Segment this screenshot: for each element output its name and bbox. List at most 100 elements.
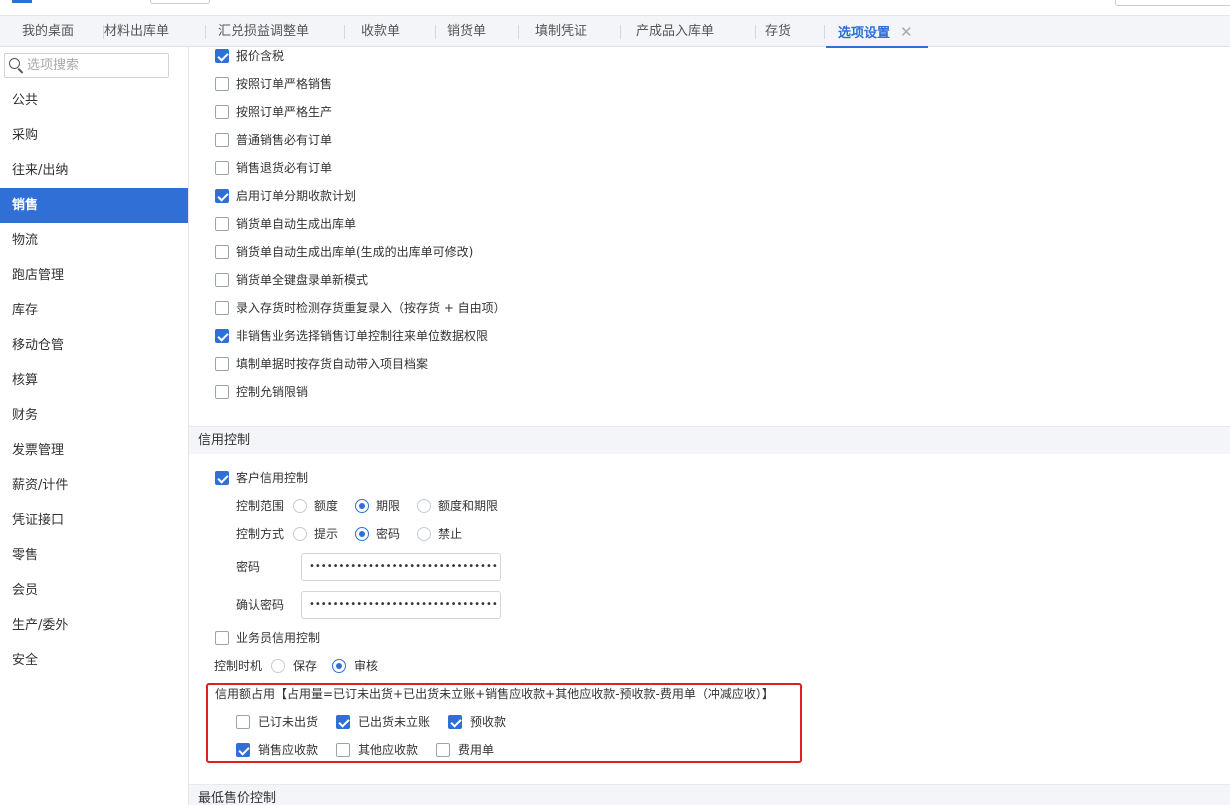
- sidebar-item-voucher-interface[interactable]: 凭证接口: [0, 503, 188, 538]
- option-checkbox[interactable]: [215, 329, 229, 343]
- control-scope-label: 控制范围: [236, 499, 285, 513]
- tab-options-settings[interactable]: 选项设置 ✕: [826, 16, 928, 48]
- confirm-password-field[interactable]: ••••••••••••••••••••••••••••••••: [301, 591, 501, 619]
- option-checkbox[interactable]: [215, 357, 229, 371]
- confirm-password-label: 确认密码: [236, 598, 285, 612]
- options-search-box[interactable]: [4, 53, 169, 78]
- radio-label: 禁止: [438, 527, 463, 541]
- close-icon[interactable]: ✕: [900, 23, 913, 41]
- tab-label: 材料出库单: [104, 24, 170, 39]
- sidebar-item-finance[interactable]: 财务: [0, 398, 188, 433]
- sidebar-item-store-visit[interactable]: 跑店管理: [0, 258, 188, 293]
- tab-label: 存货: [765, 24, 792, 39]
- option-checkbox[interactable]: [215, 49, 229, 63]
- timing-audit-radio[interactable]: [332, 659, 346, 673]
- tab-divider: [435, 25, 436, 39]
- sidebar-item-public[interactable]: 公共: [0, 83, 188, 118]
- option-checkbox[interactable]: [215, 217, 229, 231]
- tab-divider: [755, 25, 756, 39]
- sidebar-item-security[interactable]: 安全: [0, 643, 188, 678]
- scope-amount-radio[interactable]: [293, 499, 307, 513]
- option-checkbox[interactable]: [215, 133, 229, 147]
- tab-divider: [824, 25, 825, 39]
- option-checkbox[interactable]: [215, 301, 229, 315]
- radio-label: 密码: [376, 527, 401, 541]
- sidebar-item-sales[interactable]: 销售: [0, 188, 188, 223]
- mode-password-radio[interactable]: [355, 527, 369, 541]
- options-sidebar: 公共 采购 往来/出纳 销售 物流 跑店管理 库存 移动仓管 核算 财务 发票管…: [0, 47, 189, 805]
- scope-term-radio[interactable]: [355, 499, 369, 513]
- tab-label: 产成品入库单: [636, 24, 715, 39]
- tab-inventory[interactable]: 存货: [765, 16, 825, 47]
- control-mode-label: 控制方式: [236, 527, 285, 541]
- option-label: 录入存货时检测存货重复录入（按存货 + 自由项）: [236, 301, 506, 315]
- tab-label: 收款单: [361, 24, 401, 39]
- password-field[interactable]: ••••••••••••••••••••••••••••••••: [301, 553, 501, 581]
- tab-material-outbound[interactable]: 材料出库单: [104, 16, 206, 47]
- customer-credit-checkbox[interactable]: [215, 471, 229, 485]
- sidebar-item-production[interactable]: 生产/委外: [0, 608, 188, 643]
- option-label: 启用订单分期收款计划: [236, 189, 357, 203]
- option-checkbox[interactable]: [215, 385, 229, 399]
- tab-divider: [620, 25, 621, 39]
- tab-voucher[interactable]: 填制凭证: [535, 16, 621, 47]
- radio-label: 额度和期限: [438, 499, 499, 513]
- mode-forbid-radio[interactable]: [417, 527, 431, 541]
- sidebar-item-logistics[interactable]: 物流: [0, 223, 188, 258]
- sidebar-item-purchase[interactable]: 采购: [0, 118, 188, 153]
- tab-divider: [518, 25, 519, 39]
- option-checkbox[interactable]: [215, 77, 229, 91]
- tab-product-inbound[interactable]: 产成品入库单: [636, 16, 756, 47]
- radio-label: 期限: [376, 499, 401, 513]
- tab-receipt[interactable]: 收款单: [361, 16, 436, 47]
- radio-label: 保存: [293, 659, 318, 673]
- sidebar-item-invoice[interactable]: 发票管理: [0, 433, 188, 468]
- tab-label: 选项设置: [838, 26, 891, 41]
- option-checkbox[interactable]: [215, 105, 229, 119]
- highlight-box: [206, 683, 802, 763]
- global-search-input[interactable]: [1115, 0, 1230, 6]
- options-search-input[interactable]: [27, 56, 165, 75]
- tab-label: 我的桌面: [22, 24, 75, 39]
- option-label: 客户信用控制: [236, 471, 309, 485]
- option-label: 普通销售必有订单: [236, 133, 333, 147]
- radio-label: 审核: [354, 659, 379, 673]
- sidebar-item-ar-cashier[interactable]: 往来/出纳: [0, 153, 188, 188]
- option-label: 非销售业务选择销售订单控制往来单位数据权限: [236, 329, 489, 343]
- option-label: 填制单据时按存货自动带入项目档案: [236, 357, 429, 371]
- sidebar-item-mobile-warehouse[interactable]: 移动仓管: [0, 328, 188, 363]
- sidebar-item-costing[interactable]: 核算: [0, 363, 188, 398]
- mode-prompt-radio[interactable]: [293, 527, 307, 541]
- option-checkbox[interactable]: [215, 245, 229, 259]
- credit-section-header: 信用控制: [189, 426, 1230, 454]
- option-label: 销货单自动生成出库单: [236, 217, 357, 231]
- sidebar-item-stock[interactable]: 库存: [0, 293, 188, 328]
- tab-label: 汇兑损益调整单: [218, 24, 310, 39]
- control-timing-label: 控制时机: [214, 659, 263, 673]
- tab-sales-order[interactable]: 销货单: [447, 16, 519, 47]
- option-label: 销售退货必有订单: [236, 161, 333, 175]
- radio-label: 额度: [314, 499, 339, 513]
- sidebar-item-member[interactable]: 会员: [0, 573, 188, 608]
- tab-exchange-adjust[interactable]: 汇兑损益调整单: [218, 16, 345, 47]
- option-label: 按照订单严格生产: [236, 105, 333, 119]
- org-selector[interactable]: [150, 0, 210, 4]
- option-label: 销货单全键盘录单新模式: [236, 273, 369, 287]
- salesman-credit-checkbox[interactable]: [215, 631, 229, 645]
- tab-bar: 我的桌面 材料出库单 汇兑损益调整单 收款单 销货单 填制凭证 产成品入库单 存…: [0, 16, 1230, 48]
- sidebar-item-retail[interactable]: 零售: [0, 538, 188, 573]
- option-checkbox[interactable]: [215, 273, 229, 287]
- option-checkbox[interactable]: [215, 189, 229, 203]
- sidebar-item-payroll[interactable]: 薪资/计件: [0, 468, 188, 503]
- timing-save-radio[interactable]: [271, 659, 285, 673]
- app-logo-icon: [12, 0, 32, 3]
- min-price-section-header: 最低售价控制: [189, 784, 1230, 805]
- tab-desktop[interactable]: 我的桌面: [22, 16, 104, 47]
- option-checkbox[interactable]: [215, 161, 229, 175]
- tab-divider: [205, 25, 206, 39]
- tab-label: 填制凭证: [535, 24, 588, 39]
- option-label: 销货单自动生成出库单(生成的出库单可修改): [236, 245, 474, 259]
- scope-amount-term-radio[interactable]: [417, 499, 431, 513]
- radio-label: 提示: [314, 527, 339, 541]
- password-label: 密码: [236, 560, 261, 574]
